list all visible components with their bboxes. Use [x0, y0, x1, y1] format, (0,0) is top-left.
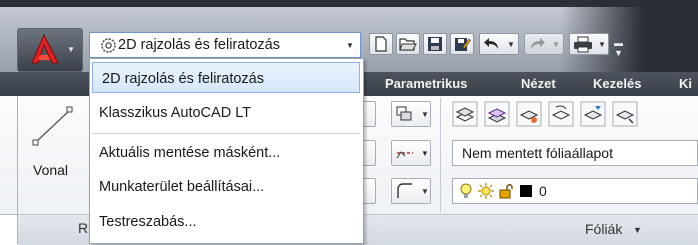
application-menu-button[interactable]: ▼ [17, 28, 83, 72]
customize-caret-icon: ▬ ▼ [614, 38, 623, 58]
workspace-option-2d-drafting[interactable]: 2D rajzolás és feliratozás [92, 62, 360, 93]
gear-icon [101, 38, 116, 53]
light-bulb-icon [460, 183, 472, 198]
layer-tool-a-caret-icon[interactable]: ▼ [421, 110, 429, 119]
workspace-option-label: Munkaterület beállításai... [99, 179, 265, 195]
tab-kezeles[interactable]: Kezelés [593, 72, 641, 96]
unlock-icon [499, 184, 513, 199]
workspace-option-settings[interactable]: Munkaterület beállításai... [90, 171, 363, 203]
layer-walk-icon[interactable] [612, 101, 638, 127]
linetype-caret-icon[interactable]: ▼ [421, 149, 429, 158]
workspace-menu-separator [92, 133, 360, 134]
sun-freeze-icon [478, 183, 494, 199]
draw-panel-title: R [78, 220, 89, 236]
workspace-option-label: Testreszabás... [99, 214, 197, 230]
workspace-option-customize[interactable]: Testreszabás... [90, 206, 363, 238]
layer-unisolate-icon[interactable] [548, 101, 574, 127]
line-tool-icon [32, 106, 73, 146]
undo-icon [484, 38, 498, 49]
workspace-option-label: Aktuális mentése másként... [99, 145, 281, 161]
fillet-caret-icon[interactable]: ▼ [421, 187, 429, 196]
app-menu-caret-icon: ▼ [67, 45, 75, 54]
layer-state-icon[interactable] [484, 101, 510, 127]
tab-ki[interactable]: Ki [679, 72, 692, 96]
linetype-icon [396, 151, 413, 159]
redo-button[interactable]: ▼ [524, 33, 564, 55]
new-button[interactable] [369, 33, 393, 55]
plot-printer-icon [574, 36, 592, 53]
redo-icon [531, 38, 545, 49]
layers-panel-title: Fóliák [585, 221, 623, 237]
layer-icon-row [452, 101, 698, 127]
fillet-icon [397, 183, 412, 198]
save-disk-icon [428, 37, 442, 51]
workspace-option-classic[interactable]: Klasszikus AutoCAD LT [90, 97, 363, 129]
current-layer-label: 0 [539, 183, 547, 199]
layer-color-swatch [520, 185, 532, 197]
saveas-button[interactable] [450, 33, 474, 55]
layer-copy-icon [396, 106, 412, 121]
undo-button[interactable]: ▼ [479, 33, 519, 55]
tab-nezet[interactable]: Nézet [521, 72, 556, 96]
save-button[interactable] [423, 33, 447, 55]
layers-panel-footer[interactable]: Fóliák ▼ [364, 214, 698, 245]
open-button[interactable] [396, 33, 420, 55]
plot-button[interactable]: ▼ [569, 33, 609, 55]
workspace-current-label: 2D rajzolás és feliratozás [118, 37, 280, 53]
layer-tool-a-button[interactable]: ▼ [391, 101, 431, 127]
layer-match-icon[interactable] [580, 101, 606, 127]
redo-caret-icon[interactable]: ▼ [552, 40, 560, 49]
autocad-logo-icon [31, 33, 59, 64]
customize-qat-button[interactable]: ▬ ▼ [612, 33, 630, 58]
layers-panel-expand-icon[interactable]: ▼ [633, 225, 642, 235]
layer-state-label: Nem mentett fóliaállapot [462, 145, 613, 161]
layer-state-dropdown[interactable]: Nem mentett fóliaállapot [452, 140, 698, 166]
current-layer-dropdown[interactable]: 0 [452, 178, 698, 204]
undo-caret-icon[interactable]: ▼ [507, 40, 515, 49]
save-as-icon [455, 38, 471, 51]
fillet-button[interactable]: ▼ [391, 178, 431, 204]
line-tool-label: Vonal [33, 162, 69, 178]
line-tool-button[interactable]: Vonal [24, 100, 88, 200]
layer-isolate-icon[interactable] [516, 101, 542, 127]
workspace-dropdown[interactable]: 2D rajzolás és feliratozás ▼ [89, 32, 361, 58]
plot-caret-icon[interactable]: ▼ [598, 40, 606, 49]
tab-parametrikus[interactable]: Parametrikus [385, 72, 467, 96]
workspace-option-save-as[interactable]: Aktuális mentése másként... [90, 137, 363, 169]
new-file-icon [375, 36, 387, 52]
workspace-menu: 2D rajzolás és feliratozás Klasszikus Au… [89, 58, 364, 244]
panel-separator [440, 98, 441, 212]
workspace-option-label: Klasszikus AutoCAD LT [99, 105, 252, 121]
workspace-option-label: 2D rajzolás és feliratozás [102, 71, 264, 87]
layer-properties-icon[interactable] [452, 101, 478, 127]
linetype-button[interactable]: ▼ [391, 140, 431, 166]
open-folder-icon [399, 38, 417, 51]
chevron-down-icon[interactable]: ▼ [346, 41, 354, 50]
